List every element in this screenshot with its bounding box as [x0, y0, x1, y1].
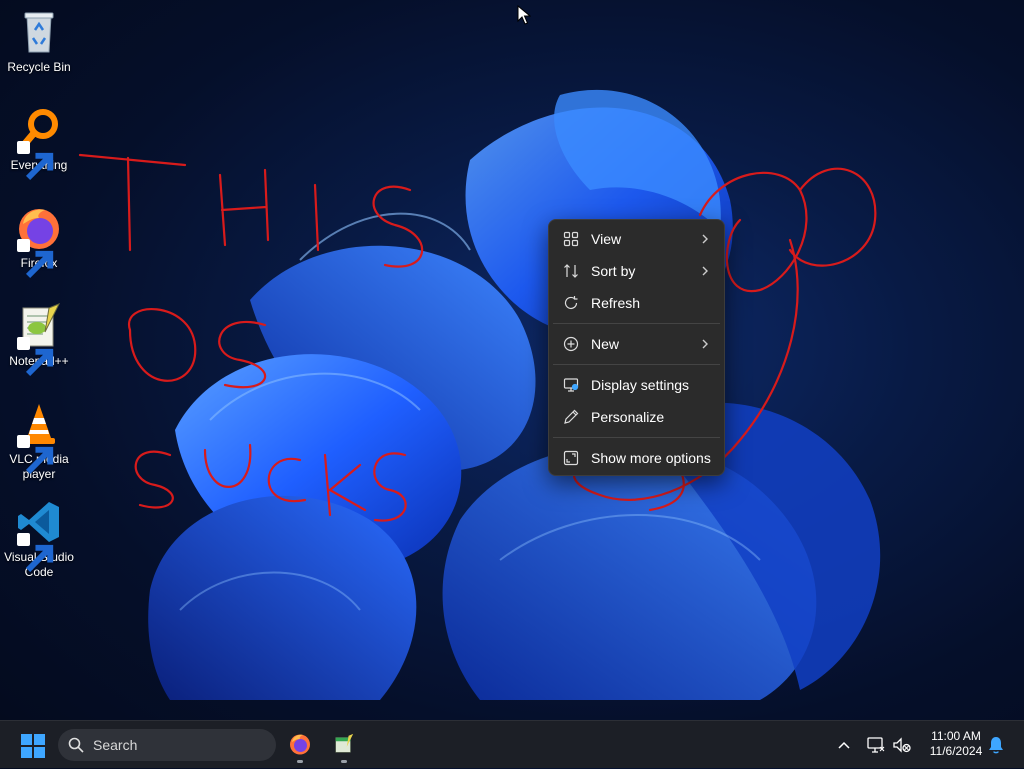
network-icon[interactable]	[866, 735, 886, 755]
shortcut-arrow-icon	[17, 141, 54, 181]
windows-logo-icon	[21, 734, 45, 758]
grid-icon	[563, 231, 579, 247]
menu-separator	[553, 323, 720, 324]
menu-separator	[553, 437, 720, 438]
taskbar-search-box[interactable]: Search	[58, 729, 276, 761]
search-icon	[68, 737, 84, 753]
menu-item-view[interactable]: View	[553, 224, 720, 254]
taskbar-clock[interactable]: 11:00 AM 11/6/2024	[918, 729, 994, 759]
desktop-context-menu: View Sort by Refresh New Display setting…	[548, 219, 725, 476]
everything-search-icon	[15, 106, 63, 181]
firefox-icon	[15, 204, 63, 279]
shortcut-arrow-icon	[17, 239, 54, 279]
volume-muted-icon[interactable]	[892, 735, 912, 755]
running-indicator	[297, 760, 303, 763]
chevron-right-icon	[702, 234, 708, 244]
desktop-icon-firefox[interactable]: Firefox	[2, 204, 76, 279]
notification-bell-icon[interactable]	[986, 735, 1006, 755]
display-icon	[563, 377, 579, 393]
shortcut-arrow-icon	[17, 533, 54, 573]
expand-icon	[563, 450, 579, 466]
menu-item-label: New	[591, 336, 620, 352]
menu-item-label: View	[591, 231, 622, 247]
desktop-icon-notepad-plus-plus[interactable]: Notepad++	[2, 302, 76, 377]
desktop-icon-everything[interactable]: Everything	[2, 106, 76, 181]
taskbar: Search 11:00 AM 11/6/2024	[0, 720, 1024, 768]
firefox-icon	[290, 734, 310, 755]
sort-icon	[563, 263, 579, 279]
menu-item-label: Show more options	[591, 450, 711, 466]
search-placeholder: Search	[93, 737, 138, 753]
menu-item-label: Refresh	[591, 295, 641, 311]
shortcut-arrow-icon	[17, 435, 54, 475]
clock-time: 11:00 AM	[931, 729, 981, 743]
notepad-plus-plus-icon	[15, 302, 63, 377]
desktop-wallpaper	[148, 89, 881, 700]
vlc-cone-icon	[15, 400, 63, 475]
taskbar-app-firefox[interactable]	[280, 725, 320, 765]
chevron-right-icon	[702, 339, 708, 349]
chevron-up-icon[interactable]	[834, 735, 854, 755]
menu-item-refresh[interactable]: Refresh	[553, 288, 720, 318]
menu-item-new[interactable]: New	[553, 329, 720, 359]
clock-date: 11/6/2024	[929, 744, 983, 758]
desktop-icon-vlc[interactable]: VLC media player	[2, 400, 76, 482]
menu-item-label: Sort by	[591, 263, 636, 279]
desktop-icon-recycle-bin[interactable]: Recycle Bin	[2, 8, 76, 75]
shortcut-arrow-icon	[17, 337, 54, 377]
taskbar-app-notepad-plus-plus[interactable]	[324, 725, 364, 765]
desktop-icon-label: Recycle Bin	[7, 60, 71, 74]
desktop-icon-vscode[interactable]: Visual Studio Code	[2, 498, 76, 580]
menu-separator	[553, 364, 720, 365]
menu-item-show-more-options[interactable]: Show more options	[553, 443, 720, 473]
vscode-icon	[15, 498, 63, 573]
recycle-bin-icon	[15, 8, 63, 56]
mouse-cursor-icon	[517, 5, 531, 25]
refresh-icon	[563, 295, 579, 311]
menu-item-sort-by[interactable]: Sort by	[553, 256, 720, 286]
menu-item-personalize[interactable]: Personalize	[553, 402, 720, 432]
notepad-plus-plus-icon	[335, 733, 354, 753]
running-indicator	[341, 760, 347, 763]
menu-item-label: Personalize	[591, 409, 665, 425]
menu-item-display-settings[interactable]: Display settings	[553, 370, 720, 400]
plus-circle-icon	[563, 336, 579, 352]
pen-icon	[563, 409, 579, 425]
start-button[interactable]	[14, 721, 52, 769]
menu-item-label: Display settings	[591, 377, 690, 393]
chevron-right-icon	[702, 266, 708, 276]
